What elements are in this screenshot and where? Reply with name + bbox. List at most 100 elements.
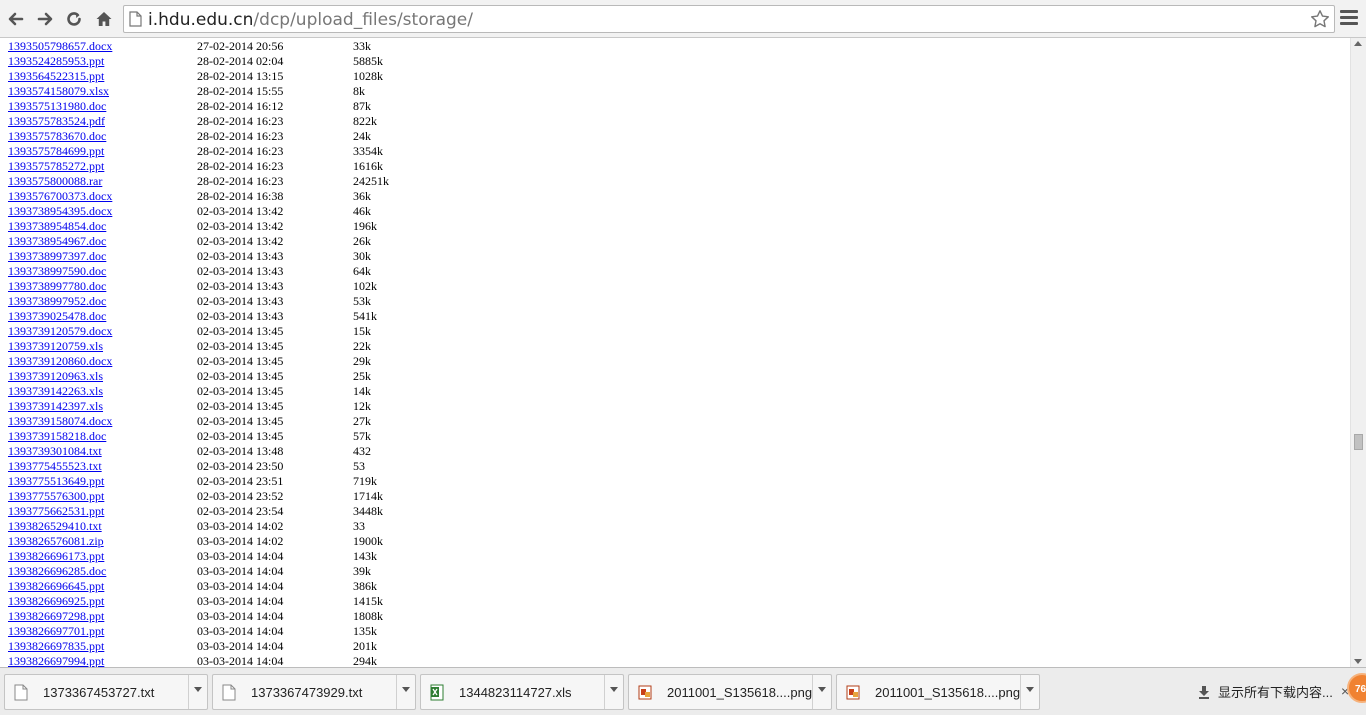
file-date: 02-03-2014 23:54 — [197, 504, 284, 518]
file-link[interactable]: 1393739142397.xls — [8, 399, 103, 414]
file-size: 719k — [353, 474, 377, 488]
vertical-scrollbar[interactable] — [1350, 38, 1366, 667]
chevron-down-icon[interactable] — [1020, 675, 1039, 709]
file-row: 1393505798657.docx 27-02-2014 20:56 33k — [8, 39, 1350, 54]
file-row: 1393775576300.ppt 02-03-2014 23:52 1714k — [8, 489, 1350, 504]
file-link[interactable]: 1393775576300.ppt — [8, 489, 104, 504]
file-date: 02-03-2014 13:48 — [197, 444, 284, 458]
notification-badge[interactable]: 76 — [1347, 673, 1366, 703]
file-date: 02-03-2014 13:45 — [197, 399, 284, 413]
file-date: 28-02-2014 16:38 — [197, 189, 284, 203]
chevron-down-icon[interactable] — [812, 675, 831, 709]
hamburger-menu-icon[interactable] — [1340, 10, 1358, 26]
file-size: 24251k — [353, 174, 389, 188]
file-link[interactable]: 1393826696645.ppt — [8, 579, 104, 594]
file-row: 1393739120579.docx 02-03-2014 13:45 15k — [8, 324, 1350, 339]
file-link[interactable]: 1393739025478.doc — [8, 309, 106, 324]
home-icon[interactable] — [92, 6, 116, 32]
file-date: 28-02-2014 16:23 — [197, 174, 284, 188]
file-size: 196k — [353, 219, 377, 233]
file-link[interactable]: 1393826697298.ppt — [8, 609, 104, 624]
url-text[interactable]: i.hdu.edu.cn/dcp/upload_files/storage/ — [148, 10, 473, 30]
download-item[interactable]: 1344823114727.xls — [420, 674, 624, 710]
file-link[interactable]: 1393505798657.docx — [8, 39, 112, 54]
file-link[interactable]: 1393826576081.zip — [8, 534, 104, 549]
file-link[interactable]: 1393576700373.docx — [8, 189, 112, 204]
file-link[interactable]: 1393738954395.docx — [8, 204, 112, 219]
file-link[interactable]: 1393739158218.doc — [8, 429, 106, 444]
reload-icon[interactable] — [62, 6, 86, 32]
file-link[interactable]: 1393738997397.doc — [8, 249, 106, 264]
file-date: 03-03-2014 14:04 — [197, 579, 284, 593]
scroll-thumb[interactable] — [1354, 434, 1363, 450]
file-link[interactable]: 1393826697994.ppt — [8, 654, 104, 667]
download-item[interactable]: 1373367473929.txt — [212, 674, 416, 710]
file-link[interactable]: 1393738997590.doc — [8, 264, 106, 279]
file-link[interactable]: 1393575783670.doc — [8, 129, 106, 144]
download-item[interactable]: 1373367453727.txt — [4, 674, 208, 710]
show-all-downloads-link[interactable]: 显示所有下载内容... — [1198, 682, 1333, 701]
file-link[interactable]: 1393775513649.ppt — [8, 474, 104, 489]
file-link[interactable]: 1393826696173.ppt — [8, 549, 104, 564]
file-link[interactable]: 1393826696285.doc — [8, 564, 106, 579]
download-item[interactable]: 2011001_S135618....png — [836, 674, 1040, 710]
file-link[interactable]: 1393574158079.xlsx — [8, 84, 109, 99]
file-row: 1393574158079.xlsx 28-02-2014 15:55 8k — [8, 84, 1350, 99]
file-link[interactable]: 1393826697701.ppt — [8, 624, 104, 639]
file-link[interactable]: 1393739120860.docx — [8, 354, 112, 369]
file-row: 1393826697994.ppt 03-03-2014 14:04 294k — [8, 654, 1350, 667]
file-link[interactable]: 1393739142263.xls — [8, 384, 103, 399]
file-size: 53 — [353, 459, 365, 473]
file-size: 1415k — [353, 594, 383, 608]
file-size: 1616k — [353, 159, 383, 173]
image-file-icon — [638, 684, 652, 701]
address-bar[interactable]: i.hdu.edu.cn/dcp/upload_files/storage/ — [123, 5, 1335, 33]
file-date: 02-03-2014 13:45 — [197, 414, 284, 428]
back-arrow-icon[interactable] — [4, 6, 28, 32]
file-row: 1393739142263.xls 02-03-2014 13:45 14k — [8, 384, 1350, 399]
file-link[interactable]: 1393739301084.txt — [8, 444, 102, 459]
file-date: 03-03-2014 14:04 — [197, 609, 284, 623]
file-link[interactable]: 1393738997952.doc — [8, 294, 106, 309]
file-row: 1393739301084.txt 02-03-2014 13:48 432 — [8, 444, 1350, 459]
file-size: 39k — [353, 564, 371, 578]
star-icon[interactable] — [1310, 9, 1330, 34]
chevron-down-icon[interactable] — [604, 675, 623, 709]
file-link[interactable]: 1393575785272.ppt — [8, 159, 104, 174]
file-row: 1393575131980.doc 28-02-2014 16:12 87k — [8, 99, 1350, 114]
file-link[interactable]: 1393524285953.ppt — [8, 54, 104, 69]
file-link[interactable]: 1393739120963.xls — [8, 369, 103, 384]
file-row: 1393826696925.ppt 03-03-2014 14:04 1415k — [8, 594, 1350, 609]
file-link[interactable]: 1393826697835.ppt — [8, 639, 104, 654]
file-link[interactable]: 1393775662531.ppt — [8, 504, 104, 519]
file-link[interactable]: 1393575784699.ppt — [8, 144, 104, 159]
file-date: 02-03-2014 23:51 — [197, 474, 284, 488]
file-link[interactable]: 1393826696925.ppt — [8, 594, 104, 609]
file-row: 1393775513649.ppt 02-03-2014 23:51 719k — [8, 474, 1350, 489]
file-link[interactable]: 1393739158074.docx — [8, 414, 112, 429]
file-link[interactable]: 1393739120579.docx — [8, 324, 112, 339]
file-row: 1393738954967.doc 02-03-2014 13:42 26k — [8, 234, 1350, 249]
file-date: 03-03-2014 14:02 — [197, 519, 284, 533]
download-item[interactable]: 2011001_S135618....png — [628, 674, 832, 710]
scroll-down-arrow-icon[interactable] — [1354, 659, 1362, 664]
chevron-down-icon[interactable] — [188, 675, 207, 709]
file-link[interactable]: 1393738954967.doc — [8, 234, 106, 249]
file-row: 1393575785272.ppt 28-02-2014 16:23 1616k — [8, 159, 1350, 174]
file-link[interactable]: 1393775455523.txt — [8, 459, 102, 474]
file-link[interactable]: 1393738954854.doc — [8, 219, 106, 234]
scroll-up-arrow-icon[interactable] — [1354, 41, 1362, 46]
file-size: 33k — [353, 39, 371, 53]
file-link[interactable]: 1393575783524.pdf — [8, 114, 105, 129]
chevron-down-icon[interactable] — [396, 675, 415, 709]
file-size: 12k — [353, 399, 371, 413]
file-link[interactable]: 1393739120759.xls — [8, 339, 103, 354]
forward-arrow-icon[interactable] — [33, 6, 57, 32]
file-link[interactable]: 1393826529410.txt — [8, 519, 102, 534]
file-row: 1393575783524.pdf 28-02-2014 16:23 822k — [8, 114, 1350, 129]
file-row: 1393576700373.docx 28-02-2014 16:38 36k — [8, 189, 1350, 204]
file-link[interactable]: 1393575800088.rar — [8, 174, 102, 189]
file-link[interactable]: 1393738997780.doc — [8, 279, 106, 294]
file-link[interactable]: 1393575131980.doc — [8, 99, 106, 114]
file-link[interactable]: 1393564522315.ppt — [8, 69, 104, 84]
